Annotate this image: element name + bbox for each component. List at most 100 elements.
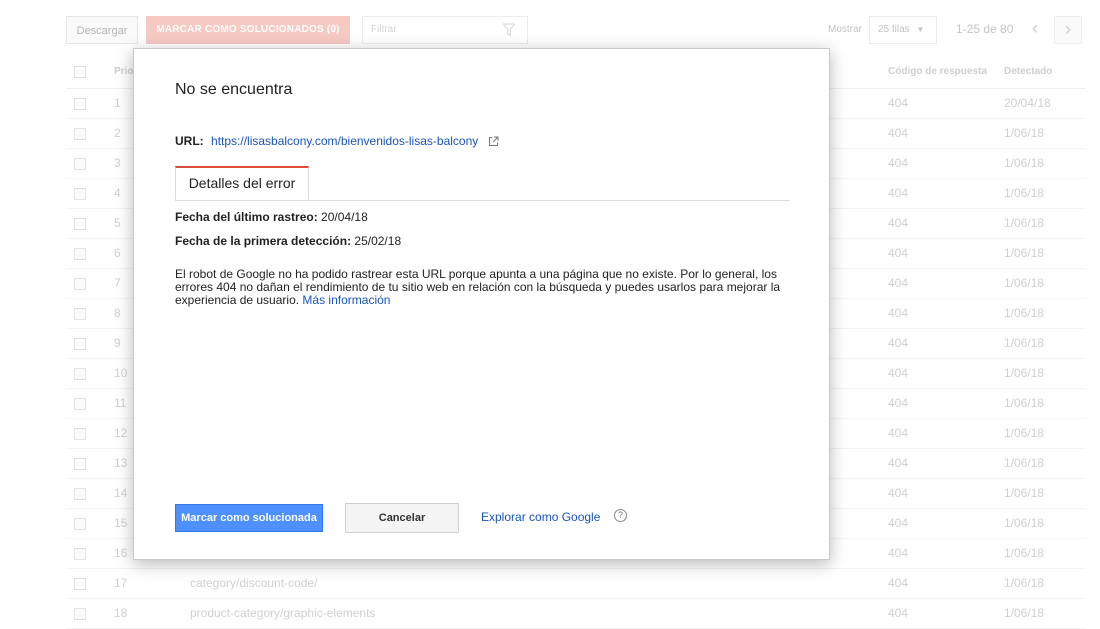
first-detected-value: 25/02/18 [354,234,402,248]
row-response-code: 404 [888,486,909,500]
row-number: 17 [114,576,128,590]
more-info-link[interactable]: Más información [302,293,390,307]
row-checkbox[interactable] [74,428,86,440]
help-icon[interactable]: ? [614,509,627,522]
row-number: 1 [114,96,121,110]
row-checkbox[interactable] [74,248,86,260]
row-detected-date: 1/06/18 [1004,606,1045,620]
row-response-code: 404 [888,516,909,530]
previous-page-button[interactable]: ‹ [1021,16,1049,44]
row-checkbox[interactable] [74,488,86,500]
row-number: 18 [114,606,128,620]
row-number: 5 [114,216,121,230]
row-url[interactable]: category/discount-code/ [190,569,317,598]
fetch-as-google-link[interactable]: Explorar como Google [481,510,600,524]
row-response-code: 404 [888,606,909,620]
row-checkbox[interactable] [74,338,86,350]
row-detected-date: 1/06/18 [1004,156,1045,170]
chevron-left-icon: ‹ [1032,18,1038,38]
error-description-text: El robot de Google no ha podido rastrear… [175,267,781,307]
row-checkbox[interactable] [74,578,86,590]
row-detected-date: 1/06/18 [1004,276,1045,290]
row-response-code: 404 [888,576,909,590]
row-response-code: 404 [888,216,909,230]
filter-placeholder: Filtrar [371,24,397,35]
url-label: URL: [175,134,204,148]
response-code-column-header[interactable]: Código de respuesta [888,56,987,88]
row-checkbox[interactable] [74,548,86,560]
row-detected-date: 1/06/18 [1004,216,1045,230]
rows-per-page-value: 25 filas [878,24,910,35]
row-response-code: 404 [888,456,909,470]
row-number: 12 [114,426,128,440]
url-line: URL: https://lisasbalcony.com/bienvenido… [175,134,499,148]
row-number: 15 [114,516,128,530]
mark-as-fixed-button[interactable]: Marcar como solucionada [175,504,323,532]
row-detected-date: 1/06/18 [1004,366,1045,380]
row-number: 13 [114,456,128,470]
chevron-right-icon: › [1065,19,1071,39]
filter-funnel-icon [503,23,515,37]
row-number: 9 [114,336,121,350]
row-checkbox[interactable] [74,368,86,380]
dialog-title: No se encuentra [175,81,293,98]
mark-as-fixed-bulk-button[interactable]: MARCAR COMO SOLUCIONADOS (0) [146,16,350,44]
row-checkbox[interactable] [74,458,86,470]
row-number: 4 [114,186,121,200]
row-checkbox[interactable] [74,98,86,110]
row-number: 8 [114,306,121,320]
rows-per-page-select[interactable]: 25 filas ▼ [869,16,937,44]
row-number: 16 [114,546,128,560]
url-link[interactable]: https://lisasbalcony.com/bienvenidos-lis… [211,134,478,148]
row-detected-date: 1/06/18 [1004,396,1045,410]
row-detected-date: 1/06/18 [1004,126,1045,140]
row-response-code: 404 [888,396,909,410]
external-link-icon[interactable] [488,136,499,147]
detected-column-header[interactable]: Detectado [1004,56,1052,88]
chevron-down-icon: ▼ [916,25,925,34]
row-checkbox[interactable] [74,188,86,200]
row-checkbox[interactable] [74,308,86,320]
row-checkbox[interactable] [74,518,86,530]
row-response-code: 404 [888,96,909,110]
row-detected-date: 1/06/18 [1004,336,1045,350]
table-row[interactable]: 17 category/discount-code/404 1/06/18 [66,569,1086,599]
row-number: 6 [114,246,121,260]
last-crawl-label: Fecha del último rastreo: [175,210,318,224]
row-checkbox[interactable] [74,218,86,230]
next-page-button[interactable]: › [1054,16,1082,44]
dialog-tabs: Detalles del error [175,166,790,201]
error-description: El robot de Google no ha podido rastrear… [175,268,795,307]
pagination-range: 1-25 de 80 [956,22,1014,36]
row-checkbox[interactable] [74,158,86,170]
row-response-code: 404 [888,306,909,320]
download-button[interactable]: Descargar [66,16,138,44]
row-number: 2 [114,126,121,140]
tab-error-details[interactable]: Detalles del error [175,166,309,200]
row-response-code: 404 [888,156,909,170]
last-crawl-row: Fecha del último rastreo: 20/04/18 [175,210,368,224]
row-response-code: 404 [888,426,909,440]
row-detected-date: 1/06/18 [1004,246,1045,260]
table-row[interactable]: 18 product-category/graphic-elements 404 1/… [66,599,1086,629]
row-url[interactable]: product-category/graphic-elements [190,599,375,628]
row-checkbox[interactable] [74,398,86,410]
row-response-code: 404 [888,246,909,260]
row-detected-date: 1/06/18 [1004,546,1045,560]
priority-column-header[interactable]: Prio [114,56,133,88]
error-details-dialog: No se encuentra URL: https://lisasbalcon… [133,48,830,560]
row-detected-date: 1/06/18 [1004,576,1045,590]
cancel-button[interactable]: Cancelar [345,503,459,533]
row-response-code: 404 [888,366,909,380]
last-crawl-value: 20/04/18 [321,210,368,224]
filter-input[interactable]: Filtrar [362,16,528,44]
row-detected-date: 1/06/18 [1004,456,1045,470]
row-checkbox[interactable] [74,278,86,290]
row-response-code: 404 [888,276,909,290]
select-all-checkbox[interactable] [74,66,86,78]
toolbar: Descargar MARCAR COMO SOLUCIONADOS (0) F… [66,14,1090,46]
row-number: 11 [114,396,127,410]
row-number: 3 [114,156,121,170]
row-detected-date: 1/06/18 [1004,186,1045,200]
row-checkbox[interactable] [74,128,86,140]
